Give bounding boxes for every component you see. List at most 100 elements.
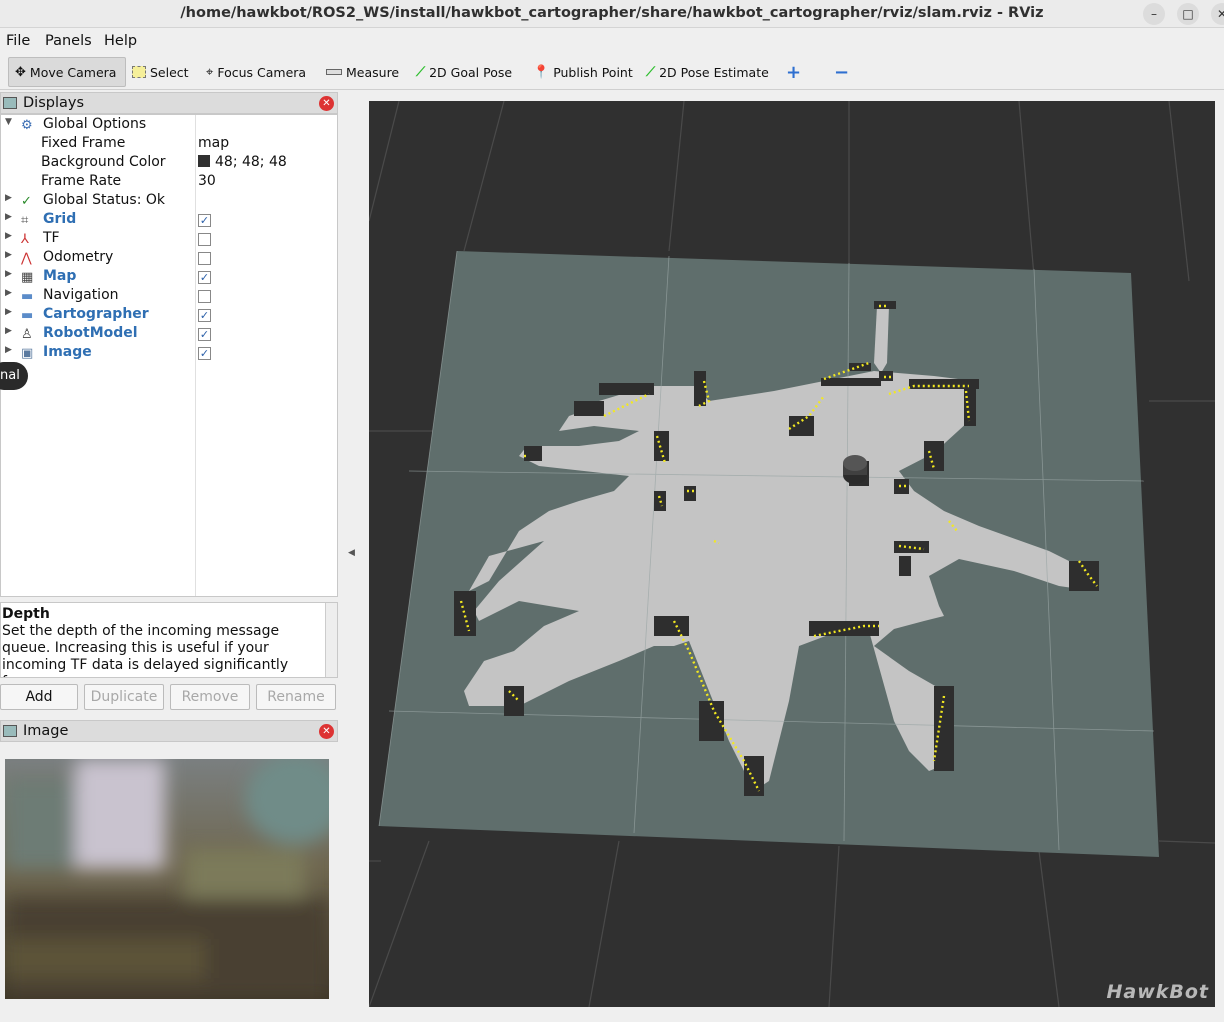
property-help-box: Depth Set the depth of the incoming mess… <box>0 602 338 678</box>
tf-checkbox[interactable] <box>198 233 211 246</box>
tree-row-map[interactable]: ▶ ▦ Map ✓ <box>1 268 337 287</box>
tree-row-cartographer[interactable]: ▶ ▬ Cartographer ✓ <box>1 306 337 325</box>
render-viewport[interactable]: HawkBot <box>369 101 1215 1007</box>
map-pin-icon: 📍 <box>533 64 550 80</box>
camera-image <box>5 759 329 999</box>
focus-camera-tool[interactable]: ⌖ Focus Camera <box>200 57 312 87</box>
tree-row-global-options[interactable]: ▼ ⚙ Global Options <box>1 116 337 135</box>
displays-panel-title: Displays <box>23 95 85 111</box>
expand-arrow-icon[interactable]: ▶ <box>5 193 12 203</box>
menu-help[interactable]: Help <box>104 33 137 49</box>
display-label-odometry: Odometry <box>43 249 114 265</box>
displays-tree: ▼ ⚙ Global Options Fixed Frame map Backg… <box>0 114 338 597</box>
background-color-value[interactable]: 48; 48; 48 <box>198 154 287 170</box>
global-status-label: Global Status: Ok <box>43 192 166 208</box>
measure-label: Measure <box>346 64 400 80</box>
tree-row-grid[interactable]: ▶ ⌗ Grid ✓ <box>1 211 337 230</box>
menu-file[interactable]: File <box>6 33 30 49</box>
tooltip-fragment: nal <box>0 362 28 390</box>
add-button[interactable]: Add <box>0 684 78 710</box>
expand-arrow-icon[interactable]: ▶ <box>5 288 12 298</box>
color-swatch <box>198 155 210 167</box>
expand-arrow-icon[interactable]: ▶ <box>5 269 12 279</box>
frame-rate-value[interactable]: 30 <box>198 173 216 189</box>
measure-tool[interactable]: Measure <box>320 57 405 87</box>
display-label-tf: TF <box>43 230 60 246</box>
close-button[interactable]: ✕ <box>1211 3 1224 25</box>
grid-icon: ⌗ <box>21 213 29 228</box>
move-camera-tool[interactable]: ✥ Move Camera <box>8 57 126 87</box>
publish-point-label: Publish Point <box>553 64 633 80</box>
minimize-button[interactable]: – <box>1143 3 1165 25</box>
select-icon <box>132 66 146 78</box>
help-scrollbar[interactable] <box>325 603 337 677</box>
image-panel-header: Image ✕ <box>0 720 338 742</box>
background-color-text: 48; 48; 48 <box>215 154 287 170</box>
tree-row-frame-rate[interactable]: Frame Rate 30 <box>1 173 337 192</box>
expand-arrow-icon[interactable]: ▶ <box>5 212 12 222</box>
tree-row-robotmodel[interactable]: ▶ ♙ RobotModel ✓ <box>1 325 337 344</box>
rename-button[interactable]: Rename <box>256 684 336 710</box>
goal-pose-tool[interactable]: ⟋ 2D Goal Pose <box>410 57 518 87</box>
map-checkbox[interactable]: ✓ <box>198 271 211 284</box>
tree-row-global-status[interactable]: ▶ ✓ Global Status: Ok <box>1 192 337 211</box>
robot-icon: ♙ <box>21 327 33 342</box>
camera-image-view <box>5 759 329 999</box>
close-icon[interactable]: ✕ <box>319 96 334 111</box>
displays-panel-header: Displays ✕ <box>0 92 338 114</box>
monitor-icon <box>3 97 17 109</box>
add-tool-button[interactable]: + <box>780 57 807 87</box>
select-tool[interactable]: Select <box>126 57 195 87</box>
expand-arrow-icon[interactable]: ▼ <box>5 117 12 127</box>
navigation-checkbox[interactable] <box>198 290 211 303</box>
display-buttons: Add Duplicate Remove Rename <box>0 684 338 712</box>
display-label-cartographer: Cartographer <box>43 306 149 322</box>
fixed-frame-value[interactable]: map <box>198 135 229 151</box>
pose-estimate-tool[interactable]: ⟋ 2D Pose Estimate <box>640 57 775 87</box>
frame-rate-label: Frame Rate <box>41 173 122 189</box>
help-title: Depth <box>2 606 50 622</box>
remove-button[interactable]: Remove <box>170 684 250 710</box>
tf-axes-icon: ⅄ <box>21 232 29 247</box>
collapse-panel-arrow-icon[interactable]: ◀ <box>348 548 355 558</box>
image-panel-icon <box>3 725 17 737</box>
robot-model <box>843 455 867 484</box>
cartographer-checkbox[interactable]: ✓ <box>198 309 211 322</box>
odometry-checkbox[interactable] <box>198 252 211 265</box>
map-icon: ▦ <box>21 270 34 285</box>
remove-tool-button[interactable]: − <box>828 57 855 87</box>
help-text: Set the depth of the incoming message qu… <box>2 623 289 677</box>
duplicate-button[interactable]: Duplicate <box>84 684 164 710</box>
fixed-frame-label: Fixed Frame <box>41 135 126 151</box>
expand-arrow-icon[interactable]: ▶ <box>5 326 12 336</box>
image-panel-title: Image <box>23 723 69 739</box>
pose-estimate-label: 2D Pose Estimate <box>659 64 769 80</box>
tree-row-tf[interactable]: ▶ ⅄ TF <box>1 230 337 249</box>
watermark-text: HawkBot <box>1106 981 1209 1003</box>
image-icon: ▣ <box>21 346 34 361</box>
background-color-label: Background Color <box>41 154 166 170</box>
tree-row-navigation[interactable]: ▶ ▬ Navigation <box>1 287 337 306</box>
gear-icon: ⚙ <box>21 118 33 133</box>
move-camera-label: Move Camera <box>29 64 117 80</box>
tree-row-background-color[interactable]: Background Color 48; 48; 48 <box>1 154 337 173</box>
map-render <box>369 101 1215 1007</box>
grid-checkbox[interactable]: ✓ <box>198 214 211 227</box>
maximize-button[interactable]: □ <box>1177 3 1199 25</box>
tree-row-fixed-frame[interactable]: Fixed Frame map <box>1 135 337 154</box>
expand-arrow-icon[interactable]: ▶ <box>5 231 12 241</box>
expand-arrow-icon[interactable]: ▶ <box>5 307 12 317</box>
publish-point-tool[interactable]: 📍 Publish Point <box>527 57 639 87</box>
tree-row-odometry[interactable]: ▶ ⋀ Odometry <box>1 249 337 268</box>
window-title: /home/hawkbot/ROS2_WS/install/hawkbot_ca… <box>180 5 1044 21</box>
focus-camera-label: Focus Camera <box>217 64 307 80</box>
move-camera-icon: ✥ <box>15 64 26 80</box>
image-checkbox[interactable]: ✓ <box>198 347 211 360</box>
expand-arrow-icon[interactable]: ▶ <box>5 250 12 260</box>
close-icon[interactable]: ✕ <box>319 724 334 739</box>
robotmodel-checkbox[interactable]: ✓ <box>198 328 211 341</box>
menu-panels[interactable]: Panels <box>45 33 92 49</box>
tree-row-image[interactable]: ▶ ▣ Image ✓ <box>1 344 337 363</box>
expand-arrow-icon[interactable]: ▶ <box>5 345 12 355</box>
display-label-map: Map <box>43 268 77 284</box>
